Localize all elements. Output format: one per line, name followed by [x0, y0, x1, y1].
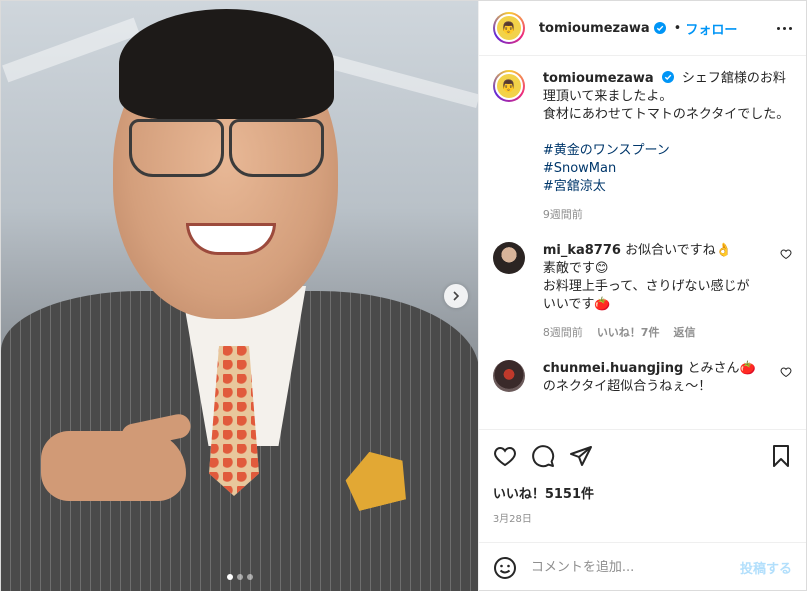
verified-badge-icon: [653, 22, 666, 34]
save-bookmark-icon[interactable]: [770, 444, 792, 468]
likes-count[interactable]: いいね！5151件: [479, 483, 806, 502]
post-header: 👨 tomioumezawa • フォロー: [478, 1, 806, 56]
instagram-post: 👨 tomioumezawa • フォロー 👨 tomioumezawa シェフ…: [0, 0, 807, 591]
comment: mi_ka8776 お似合いですね👌 素敵です😊 お料理上手って、さりげない感じ…: [492, 242, 792, 342]
carousel-dot: [247, 574, 253, 580]
post-side-panel: 👨 tomioumezawa • フォロー 👨 tomioumezawa シェフ…: [477, 1, 806, 591]
follow-button[interactable]: フォロー: [685, 19, 737, 38]
commenter-avatar[interactable]: [492, 360, 525, 392]
carousel-dot: [237, 574, 243, 580]
chevron-right-icon: [453, 291, 460, 301]
carousel-dot: [227, 574, 233, 580]
hashtag-link[interactable]: #黄金のワンスプーン: [543, 142, 792, 160]
comment-username[interactable]: mi_ka8776: [543, 243, 621, 258]
header-separator: •: [673, 20, 682, 36]
carousel-next-button[interactable]: [444, 284, 468, 308]
like-heart-icon[interactable]: [493, 444, 517, 468]
photo-glasses: [229, 119, 324, 177]
comment-time[interactable]: 8週間前: [543, 324, 583, 342]
emoji-smiley-icon[interactable]: [493, 556, 517, 580]
post-comment-button[interactable]: 投稿する: [740, 558, 792, 577]
comments-section[interactable]: 👨 tomioumezawa シェフ舘様のお料理頂いて来ましたよ。 食材にあわせ…: [479, 56, 806, 429]
verified-badge-icon: [661, 71, 674, 83]
share-paper-plane-icon[interactable]: [569, 444, 593, 468]
photo-hair: [119, 9, 334, 119]
comment-username[interactable]: chunmei.huangjing: [543, 361, 684, 376]
add-comment-bar: 投稿する: [478, 542, 806, 591]
photo-glasses: [129, 119, 224, 177]
commenter-avatar[interactable]: [492, 242, 525, 274]
reply-button[interactable]: 返信: [673, 324, 695, 342]
caption: 👨 tomioumezawa シェフ舘様のお料理頂いて来ましたよ。 食材にあわせ…: [492, 70, 792, 224]
comment-input[interactable]: [530, 560, 740, 575]
carousel-dots: [1, 574, 478, 580]
comment-like-heart-icon[interactable]: [780, 366, 792, 378]
more-options-icon[interactable]: [777, 26, 792, 30]
comment-likes-count[interactable]: いいね！7件: [597, 324, 660, 342]
hashtag-link[interactable]: #宮舘涼太: [543, 178, 792, 196]
avatar-image: 👨: [494, 14, 523, 42]
comment: chunmei.huangjing とみさん🍅のネクタイ超似合うねぇ〜！: [492, 360, 792, 396]
caption-time[interactable]: 9週間前: [543, 206, 583, 224]
caption-username[interactable]: tomioumezawa: [543, 71, 654, 86]
comment-bubble-icon[interactable]: [531, 444, 555, 468]
comment-like-heart-icon[interactable]: [780, 248, 792, 260]
author-username[interactable]: tomioumezawa: [539, 21, 650, 36]
hashtag-link[interactable]: #SnowMan: [543, 160, 792, 178]
post-date[interactable]: 3月28日: [479, 510, 806, 528]
caption-author-avatar[interactable]: 👨: [492, 70, 525, 102]
author-avatar[interactable]: 👨: [492, 12, 525, 44]
post-photo[interactable]: [1, 1, 478, 591]
avatar-image: 👨: [494, 72, 523, 100]
post-actions-bar: [478, 429, 806, 481]
